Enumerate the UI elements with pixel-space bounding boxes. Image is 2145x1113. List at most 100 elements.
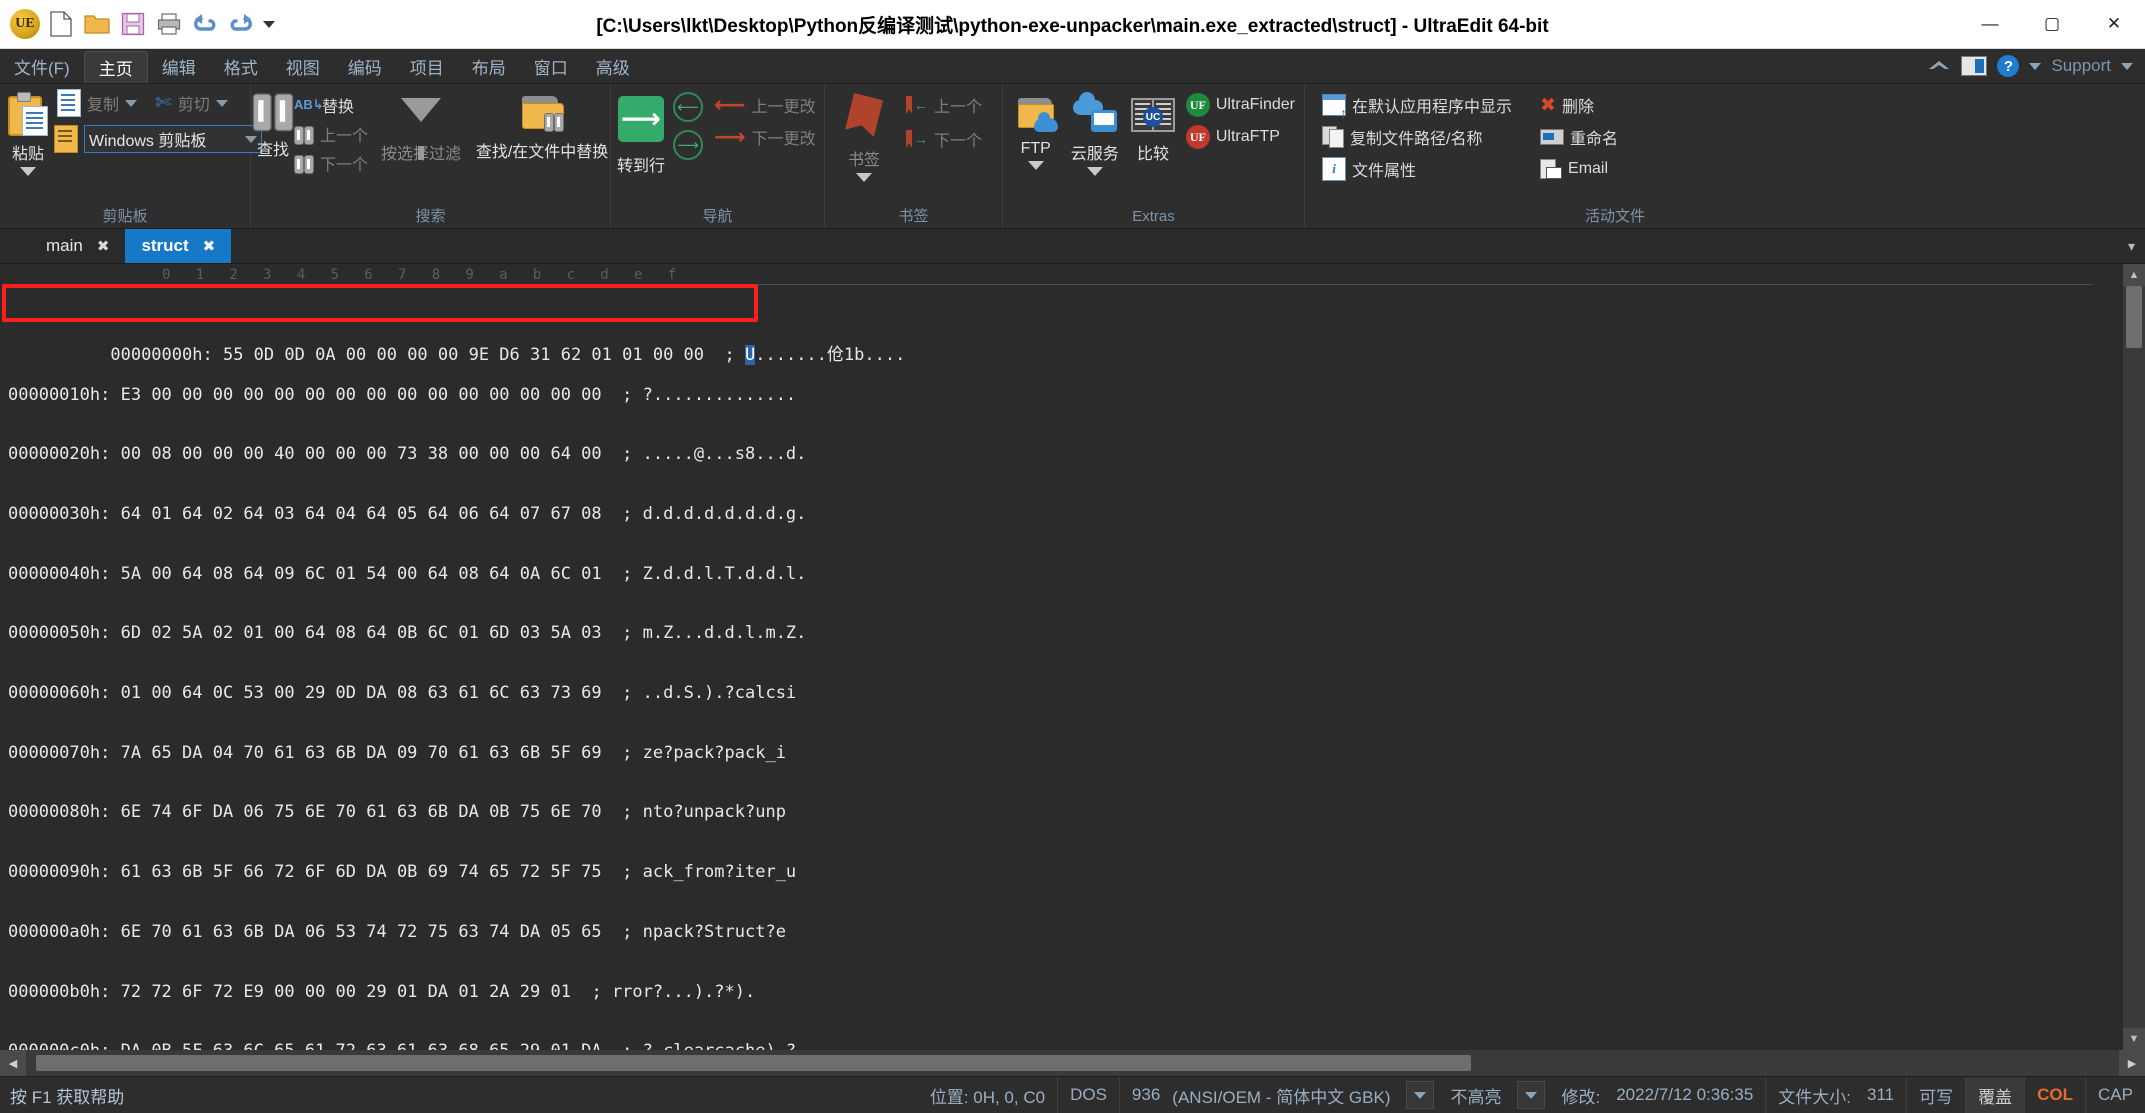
new-file-icon (50, 11, 72, 37)
scroll-down-button[interactable]: ▼ (2123, 1028, 2145, 1050)
layout-toggle-button[interactable] (1961, 56, 1988, 76)
paste-button[interactable]: 粘贴 (6, 88, 50, 176)
tab-main-close-icon[interactable]: ✖ (97, 237, 110, 255)
goto-line-arrow-icon: ⟶ (618, 96, 664, 142)
status-highlight-mode[interactable]: 不高亮 (1438, 1077, 1513, 1113)
next-bookmark-button[interactable]: → 下一个 (903, 126, 985, 152)
status-column-mode[interactable]: COL (2025, 1077, 2087, 1113)
cloud-dropdown-caret-icon[interactable] (1086, 167, 1103, 176)
horizontal-scroll-track[interactable] (26, 1050, 2119, 1076)
clipboard-selector[interactable]: Windows 剪贴板 (84, 125, 262, 153)
find-button[interactable]: 查找 (252, 88, 294, 160)
ftp-button[interactable]: FTP (1009, 88, 1062, 170)
printer-icon (157, 13, 181, 35)
help-button[interactable]: ? (1997, 55, 2020, 77)
menu-item-format[interactable]: 格式 (210, 49, 272, 83)
rename-file-button[interactable]: 重命名 (1537, 124, 1621, 150)
minimize-button[interactable]: — (1959, 0, 2021, 48)
find-label: 查找 (257, 142, 290, 159)
email-file-label: Email (1568, 160, 1609, 177)
ribbon-group-navigation: ⟶ 转到行 ⟵ ⟶ ⟵ 上一更改 ⟶ 下一更改 导航 (611, 84, 825, 228)
new-file-button[interactable] (44, 7, 78, 41)
cloud-services-button[interactable]: 云服务 (1066, 88, 1123, 176)
prev-change-button[interactable]: ⟵ 上一更改 (711, 92, 819, 118)
cut-dropdown-caret-icon[interactable] (215, 99, 228, 107)
save-button[interactable] (116, 7, 150, 41)
menu-item-advanced[interactable]: 高级 (582, 49, 644, 83)
menu-item-edit[interactable]: 编辑 (148, 49, 210, 83)
find-next-icon (294, 154, 315, 174)
hex-editor[interactable]: 0 1 2 3 4 5 6 7 8 9 a b c d e f 00000000… (0, 264, 2123, 1050)
status-overwrite-mode[interactable]: 覆盖 (1966, 1077, 2026, 1113)
cut-icon: ✄ (155, 92, 172, 114)
print-button[interactable] (152, 7, 186, 41)
redo-arrow-icon (230, 14, 252, 31)
status-writable[interactable]: 可写 (1907, 1077, 1967, 1113)
find-prev-button[interactable]: 上一个 (291, 121, 371, 147)
tab-main[interactable]: main ✖ (30, 229, 125, 263)
menu-item-view[interactable]: 视图 (272, 49, 334, 83)
ultrafinder-button[interactable]: UF UltraFinder (1183, 92, 1298, 118)
paste-dropdown-caret-icon[interactable] (20, 167, 36, 176)
prev-bookmark-button[interactable]: ← 上一个 (903, 92, 985, 118)
back-circle-icon[interactable]: ⟵ (673, 92, 704, 122)
close-button[interactable]: ✕ (2083, 0, 2145, 48)
show-in-default-app-button[interactable]: 在默认应用程序中显示 (1319, 92, 1515, 120)
app-logo[interactable]: UE (8, 7, 42, 41)
vertical-scrollbar[interactable]: ▲ ▼ (2123, 264, 2145, 1050)
replace-button[interactable]: AB↳ 替换 (291, 92, 371, 118)
menu-item-file[interactable]: 文件(F) (0, 49, 84, 83)
filter-by-selection-button[interactable]: 按选择过滤 (373, 88, 469, 164)
find-in-files-button[interactable]: 查找/在文件中替换 (471, 88, 613, 162)
menu-item-window[interactable]: 窗口 (520, 49, 582, 83)
menu-item-layout[interactable]: 布局 (458, 49, 520, 83)
menu-item-project[interactable]: 项目 (396, 49, 458, 83)
support-link[interactable]: Support (2051, 56, 2111, 76)
copy-file-path-button[interactable]: 复制文件路径/名称 (1319, 124, 1515, 150)
scroll-right-button[interactable]: ▶ (2119, 1050, 2145, 1076)
status-codepage-dropdown[interactable] (1406, 1081, 1435, 1109)
status-position[interactable]: 位置: 0H, 0, C0 (918, 1077, 1059, 1113)
bookmark-dropdown-caret-icon[interactable] (856, 173, 872, 182)
delete-file-button[interactable]: ✖ 删除 (1537, 92, 1621, 118)
copy-button[interactable]: 复制 (54, 89, 140, 117)
maximize-button[interactable]: ▢ (2021, 0, 2083, 48)
horizontal-scrollbar[interactable]: ◀ ▶ (0, 1050, 2145, 1076)
quick-access-toolbar: UE (0, 7, 278, 41)
quick-access-more-button[interactable] (260, 7, 278, 41)
status-highlight-dropdown[interactable] (1517, 1081, 1546, 1109)
tab-struct[interactable]: struct ✖ (125, 229, 232, 263)
scroll-left-button[interactable]: ◀ (0, 1050, 26, 1076)
status-line-ending[interactable]: DOS (1058, 1077, 1120, 1113)
email-file-button[interactable]: Email (1537, 156, 1621, 182)
open-file-button[interactable] (80, 7, 114, 41)
find-next-button[interactable]: 下一个 (291, 150, 371, 176)
scroll-up-button[interactable]: ▲ (2123, 264, 2145, 286)
menu-item-encoding[interactable]: 编码 (334, 49, 396, 83)
goto-line-button[interactable]: ⟶ 转到行 (617, 88, 665, 176)
next-change-button[interactable]: ⟶ 下一更改 (711, 124, 819, 150)
copy-dropdown-caret-icon[interactable] (125, 99, 138, 107)
menu-item-home[interactable]: 主页 (83, 51, 148, 83)
tab-overflow-button[interactable]: ▾ (2128, 229, 2145, 263)
show-in-default-app-icon (1322, 94, 1347, 120)
ftp-dropdown-caret-icon[interactable] (1027, 161, 1044, 170)
vertical-scroll-thumb[interactable] (2126, 286, 2142, 348)
bookmark-button[interactable]: 书签 (831, 88, 897, 182)
ultraftp-button[interactable]: UF UltraFTP (1183, 124, 1298, 150)
horizontal-scroll-thumb[interactable] (36, 1055, 1471, 1071)
file-properties-button[interactable]: i 文件属性 (1319, 156, 1515, 182)
hex-separator: ; (622, 802, 633, 823)
status-codepage-number[interactable]: 936 (1120, 1077, 1172, 1113)
tab-struct-close-icon[interactable]: ✖ (203, 237, 216, 255)
save-disk-icon (121, 12, 145, 36)
status-codepage-name[interactable]: (ANSI/OEM - 简体中文 GBK) (1172, 1077, 1402, 1113)
hex-content[interactable]: 00000000h: 55 0D 0D 0A 00 00 00 00 9E D6… (0, 286, 2123, 1050)
undo-button[interactable] (188, 7, 222, 41)
cut-button[interactable]: ✄ 剪切 (152, 90, 231, 116)
redo-button[interactable] (224, 7, 258, 41)
collapse-ribbon-button[interactable] (1927, 58, 1951, 74)
compare-button[interactable]: UC 比较 (1127, 88, 1179, 164)
hex-offset: 000000c0h: (8, 1041, 110, 1050)
forward-circle-icon[interactable]: ⟶ (673, 130, 704, 160)
